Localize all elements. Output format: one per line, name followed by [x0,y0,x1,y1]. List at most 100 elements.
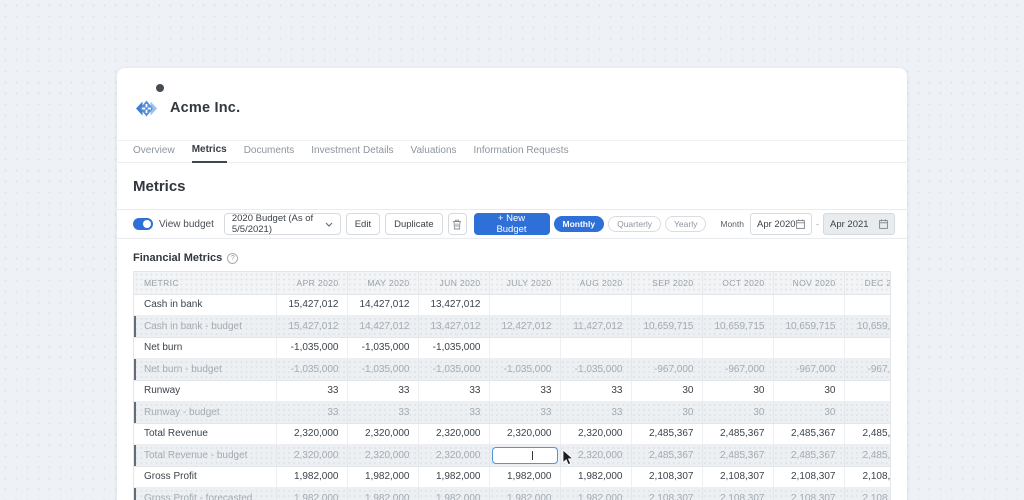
period-pill-quarterly[interactable]: Quarterly [608,216,662,232]
value-cell[interactable]: 33 [346,401,418,424]
value-cell[interactable]: 2,320,000 [346,444,418,467]
help-icon[interactable]: ? [227,252,239,264]
value-cell[interactable]: 1,982,000 [488,487,560,500]
value-cell[interactable]: -1,035,000 [346,358,418,381]
value-cell[interactable]: 1,982,000 [559,466,631,488]
budget-select[interactable]: 2020 Budget (As of 5/5/2021) [223,213,341,235]
value-cell[interactable]: 1,982,000 [417,487,489,500]
value-cell[interactable]: -1,035,000 [488,358,560,381]
value-cell[interactable]: 15,427,012 [275,294,347,316]
value-cell[interactable]: 33 [346,380,418,402]
value-cell[interactable]: -1,035,000 [417,337,489,359]
value-cell[interactable]: 1,982,000 [346,487,418,500]
value-cell[interactable] [843,401,890,424]
value-cell[interactable]: 11,427,012 [559,315,631,338]
value-cell[interactable]: 13,427,012 [417,315,489,338]
value-cell[interactable]: 15,427,012 [275,315,347,338]
value-cell[interactable]: 2,485,367 [701,423,773,445]
value-cell[interactable] [630,294,702,316]
value-cell[interactable]: 2,485,367 [701,444,773,467]
value-cell[interactable]: -1,035,000 [417,358,489,381]
value-cell[interactable]: 10,659,715 [843,315,890,338]
value-cell[interactable]: 33 [275,401,347,424]
value-cell[interactable]: 14,427,012 [346,315,418,338]
value-cell[interactable]: 1,982,000 [559,487,631,500]
tab-overview[interactable]: Overview [133,145,175,162]
value-cell[interactable] [488,337,560,359]
value-cell[interactable]: 1,982,000 [488,466,560,488]
value-cell[interactable] [843,294,890,316]
value-cell[interactable] [559,294,631,316]
value-cell[interactable]: 2,108,307 [772,466,844,488]
value-cell[interactable]: 1,982,000 [275,487,347,500]
value-cell[interactable]: 30 [630,380,702,402]
value-cell[interactable]: 33 [559,401,631,424]
value-cell[interactable]: 2,320,000 [275,423,347,445]
value-cell[interactable]: 33 [488,380,560,402]
value-cell[interactable]: 2,108,307 [701,487,773,500]
value-cell[interactable]: -967,000 [843,358,890,381]
new-budget-button[interactable]: + New Budget [473,213,550,235]
value-cell[interactable]: 33 [559,380,631,402]
value-cell[interactable]: 2,320,000 [417,444,489,467]
value-cell[interactable]: 12,427,012 [488,315,560,338]
duplicate-budget-button[interactable]: Duplicate [385,213,443,235]
value-cell[interactable]: 33 [417,401,489,424]
value-cell[interactable]: 33 [488,401,560,424]
value-cell[interactable]: 2,485,367 [843,444,890,467]
tab-valuations[interactable]: Valuations [411,145,457,162]
value-cell[interactable]: 2,485,367 [630,423,702,445]
value-cell[interactable]: 10,659,715 [772,315,844,338]
period-pill-monthly[interactable]: Monthly [553,216,605,232]
value-cell[interactable]: -1,035,000 [559,358,631,381]
value-cell[interactable]: 2,320,000 [275,444,347,467]
value-cell[interactable]: 2,485,367 [772,423,844,445]
value-cell[interactable] [488,444,560,467]
value-cell[interactable]: 1,982,000 [417,466,489,488]
value-cell[interactable]: 2,108,307 [772,487,844,500]
date-from-input[interactable]: Apr 2020 [750,213,812,235]
value-cell[interactable] [630,337,702,359]
value-cell[interactable]: 2,320,000 [417,423,489,445]
value-cell[interactable]: 2,320,000 [488,423,560,445]
value-cell[interactable] [488,294,560,316]
date-to-input[interactable]: Apr 2021 [823,213,895,235]
period-pill-yearly[interactable]: Yearly [665,216,707,232]
value-cell[interactable]: -1,035,000 [275,358,347,381]
delete-budget-button[interactable] [447,213,467,235]
tab-investment-details[interactable]: Investment Details [311,145,393,162]
value-cell[interactable]: 33 [275,380,347,402]
value-cell[interactable] [701,294,773,316]
value-cell[interactable]: 30 [701,380,773,402]
value-cell[interactable]: 10,659,715 [630,315,702,338]
value-cell[interactable]: -967,000 [630,358,702,381]
value-cell[interactable]: 1,982,000 [346,466,418,488]
value-cell[interactable]: 2,108,307 [843,466,890,488]
value-cell[interactable]: 33 [417,380,489,402]
value-cell[interactable]: 2,108,307 [630,466,702,488]
value-cell[interactable]: 13,427,012 [417,294,489,316]
tab-information-requests[interactable]: Information Requests [474,145,569,162]
value-cell[interactable] [843,380,890,402]
value-cell[interactable]: 30 [772,401,844,424]
value-cell[interactable]: 30 [701,401,773,424]
value-cell[interactable] [772,337,844,359]
value-cell[interactable]: 2,320,000 [559,423,631,445]
edit-budget-button[interactable]: Edit [345,213,381,235]
value-cell[interactable]: 2,320,000 [346,423,418,445]
value-cell[interactable]: 30 [772,380,844,402]
value-cell[interactable]: -967,000 [772,358,844,381]
value-cell[interactable] [843,337,890,359]
tab-metrics[interactable]: Metrics [191,144,227,163]
value-cell[interactable]: 2,485,367 [630,444,702,467]
value-cell[interactable]: 2,108,307 [843,487,890,500]
view-budget-toggle[interactable] [133,218,153,230]
value-cell[interactable]: -967,000 [701,358,773,381]
value-cell[interactable] [772,294,844,316]
value-cell[interactable]: 30 [630,401,702,424]
value-cell[interactable]: 1,982,000 [275,466,347,488]
value-cell[interactable]: 2,108,307 [701,466,773,488]
value-cell[interactable]: 10,659,715 [701,315,773,338]
value-cell[interactable]: 2,485,367 [772,444,844,467]
value-cell[interactable]: 14,427,012 [346,294,418,316]
